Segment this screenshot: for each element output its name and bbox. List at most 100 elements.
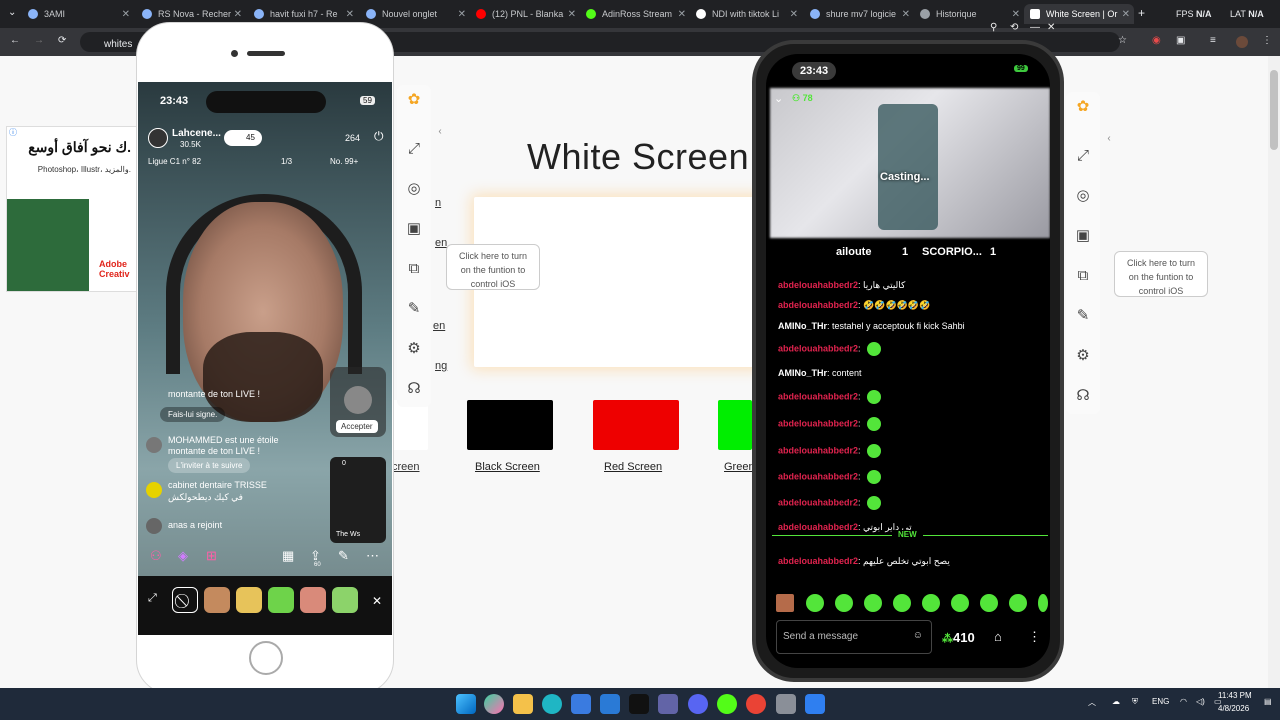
minimize-icon[interactable]: — <box>1030 22 1040 33</box>
close-tab-icon[interactable]: ✕ <box>790 9 798 20</box>
wifi-icon[interactable]: ◠ <box>1180 697 1187 706</box>
rotate-icon[interactable]: ⟲ <box>1010 22 1018 33</box>
settings-icon[interactable]: ⚙ <box>1074 347 1092 365</box>
side-link-3[interactable]: en <box>433 320 445 332</box>
tab-3[interactable]: havit fuxi h7 - Re ✕ <box>248 4 358 24</box>
expand-icon[interactable]: ⤢ <box>148 592 157 605</box>
close-tab-icon[interactable]: ✕ <box>122 9 130 20</box>
start-icon[interactable] <box>456 694 476 714</box>
tab-2[interactable]: RS Nova - Recher ✕ <box>136 4 246 24</box>
no-effect-button[interactable]: ⃠ <box>172 587 198 613</box>
emote-button[interactable] <box>922 594 940 612</box>
kick-icon[interactable] <box>717 694 737 714</box>
tab-8[interactable]: shure mv7 logicie ✕ <box>804 4 914 24</box>
effect-thumb[interactable] <box>204 587 230 613</box>
outlook-icon[interactable] <box>600 694 620 714</box>
tab-7[interactable]: NDI with tiktok Li ✕ <box>690 4 802 24</box>
follow-invite-button[interactable]: L'inviter à te suivre <box>168 458 251 473</box>
side-link-1[interactable]: n <box>435 197 441 209</box>
send-message-input[interactable]: Send a message ☺ <box>776 620 932 654</box>
tab-search-icon[interactable]: ⌄ <box>8 7 16 18</box>
collapse-chevron-icon[interactable]: ‹ <box>1100 130 1118 148</box>
close-dock-icon[interactable]: ✕ <box>372 594 382 608</box>
store-icon[interactable] <box>571 694 591 714</box>
gift-cube-icon[interactable]: ◈ <box>178 548 188 564</box>
close-tab-icon[interactable]: ✕ <box>458 9 466 20</box>
viewer-count[interactable]: 264 <box>345 133 360 143</box>
media-icon[interactable]: ≡ <box>1210 35 1216 46</box>
shield-icon[interactable]: ⛨ <box>1132 697 1138 707</box>
clock-time[interactable]: 11:43 PM <box>1218 691 1252 700</box>
edge-icon[interactable] <box>542 694 562 714</box>
settings-icon[interactable]: ⚙ <box>405 340 423 358</box>
fullscreen-icon[interactable]: ⤢ <box>405 140 423 158</box>
accept-button[interactable]: Accepter <box>336 420 378 433</box>
pin-icon[interactable]: ⚲ <box>990 22 997 33</box>
green-swatch[interactable] <box>718 400 752 450</box>
close-tab-icon[interactable]: ✕ <box>1012 9 1020 20</box>
clock-date[interactable]: 4/8/2026 <box>1218 704 1249 713</box>
copilot-icon[interactable] <box>484 694 504 714</box>
close-tab-icon[interactable]: ✕ <box>678 9 686 20</box>
people-icon[interactable]: ⚇ <box>150 548 162 564</box>
mirroring-app-icon[interactable] <box>805 694 825 714</box>
extension-icon[interactable]: ◉ <box>1152 35 1161 46</box>
video-camera-icon[interactable]: ▣ <box>405 220 423 238</box>
red-swatch[interactable] <box>593 400 679 450</box>
screen-control-icon[interactable]: ⧉ <box>1074 267 1092 285</box>
tiktok-icon[interactable] <box>629 694 649 714</box>
notification-icon[interactable]: ▤ <box>1264 697 1272 706</box>
headset-icon[interactable]: ☊ <box>405 380 423 398</box>
ad-info-icon[interactable]: ⓘ <box>9 127 17 138</box>
scrollbar-thumb[interactable] <box>1270 70 1278 150</box>
black-swatch[interactable] <box>467 400 553 450</box>
white-swatch[interactable] <box>388 400 428 450</box>
emote-button[interactable] <box>893 594 911 612</box>
new-tab-icon[interactable]: + <box>1138 6 1145 20</box>
emote-button[interactable] <box>1009 594 1027 612</box>
bookmark-star-icon[interactable]: ☆ <box>1118 35 1127 46</box>
more-options-icon[interactable]: ⋮ <box>1028 629 1041 645</box>
rank-number[interactable]: No. 99+ <box>330 157 358 166</box>
back-icon[interactable]: ← <box>10 35 20 46</box>
chrome-icon[interactable] <box>746 694 766 714</box>
video-camera-icon[interactable]: ▣ <box>1074 227 1092 245</box>
profile-avatar[interactable] <box>1236 36 1248 48</box>
emote-button[interactable] <box>776 594 794 612</box>
tab-4[interactable]: Nouvel onglet ✕ <box>360 4 470 24</box>
screen-control-icon[interactable]: ⧉ <box>405 260 423 278</box>
emote-button[interactable] <box>951 594 969 612</box>
forward-icon[interactable]: → <box>34 35 44 46</box>
emote-button[interactable] <box>980 594 998 612</box>
emote-button[interactable] <box>864 594 882 612</box>
green-screen-link[interactable]: Green <box>724 461 755 473</box>
emote-button[interactable] <box>806 594 824 612</box>
reload-icon[interactable]: ⟳ <box>58 35 66 46</box>
effect-thumb[interactable] <box>236 587 262 613</box>
effect-thumb[interactable] <box>300 587 326 613</box>
tab-10[interactable]: White Screen | Or ✕ <box>1024 4 1134 24</box>
points-balance[interactable]: ⁂410 <box>942 630 975 645</box>
settings-icon[interactable] <box>776 694 796 714</box>
file-explorer-icon[interactable] <box>513 694 533 714</box>
language-indicator[interactable]: ENG <box>1152 697 1169 706</box>
white-screen-link[interactable]: creen <box>392 461 420 473</box>
emote-button[interactable] <box>835 594 853 612</box>
add-box-icon[interactable]: ⊞ <box>206 548 217 564</box>
wave-prompt[interactable]: Fais-lui signe. <box>160 407 226 422</box>
close-tab-icon[interactable]: ✕ <box>234 9 242 20</box>
camera-icon[interactable]: ◎ <box>405 180 423 198</box>
power-icon[interactable]: ⏻ <box>374 129 384 144</box>
close-tab-icon[interactable]: ✕ <box>568 9 576 20</box>
close-tab-icon[interactable]: ✕ <box>902 9 910 20</box>
brush-icon[interactable]: ✎ <box>405 300 423 318</box>
headset-icon[interactable]: ☊ <box>1074 387 1092 405</box>
camera-icon[interactable]: ◎ <box>1074 187 1092 205</box>
close-icon[interactable]: ✕ <box>1047 22 1055 33</box>
emoji-icon[interactable]: ☺ <box>913 630 923 641</box>
host-avatar[interactable] <box>148 128 168 148</box>
tab-6[interactable]: AdinRoss Stream ✕ <box>580 4 690 24</box>
tray-chevron-icon[interactable]: ︿ <box>1088 697 1096 708</box>
left-live-screen[interactable]: 23:43 59 Lahcene... 30.5K 45 264 ⏻ Ligue… <box>138 82 392 635</box>
page-scrollbar[interactable] <box>1268 56 1280 688</box>
